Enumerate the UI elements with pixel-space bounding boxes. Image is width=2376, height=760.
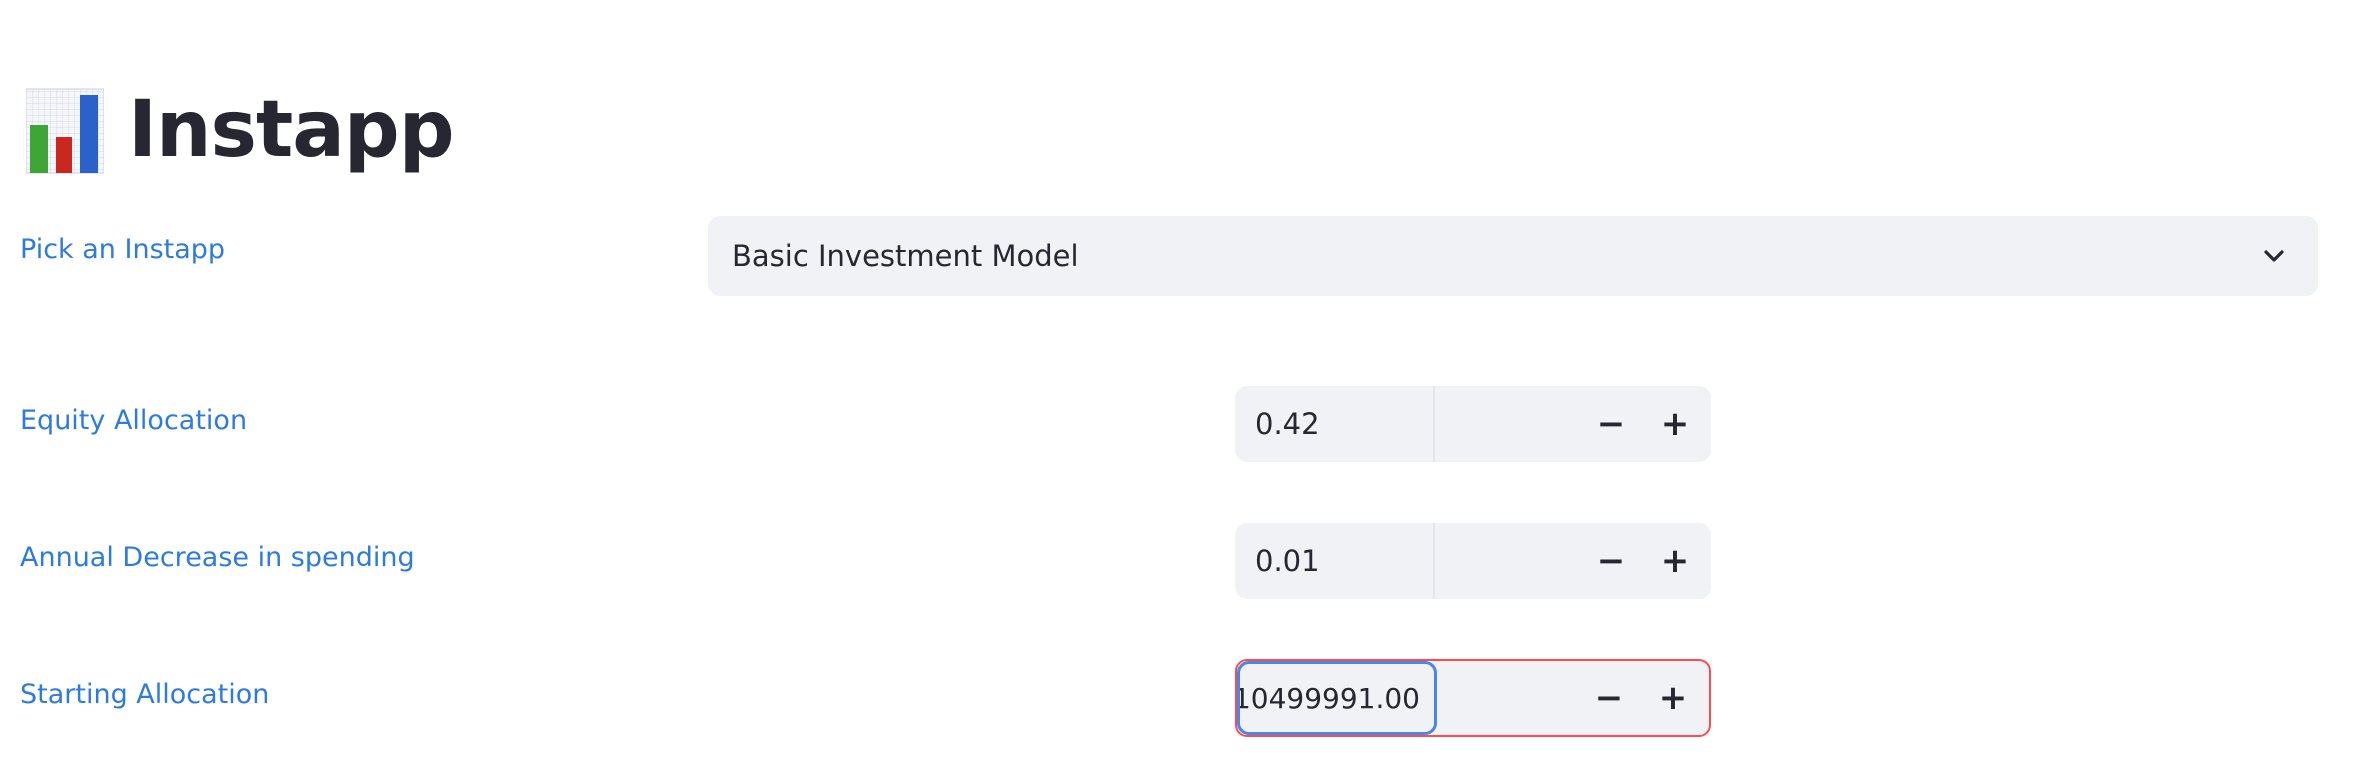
chevron-down-icon — [2264, 250, 2284, 262]
page-title: Instapp — [128, 85, 455, 175]
decrement-button[interactable]: − — [1579, 386, 1643, 462]
decrement-button[interactable]: − — [1577, 661, 1641, 735]
picker-label: Pick an Instapp — [20, 234, 226, 265]
increment-button[interactable]: + — [1641, 661, 1705, 735]
app-page: Instapp Pick an Instapp Basic Investment… — [0, 0, 2376, 760]
annual-decrease-field[interactable]: 0.01 — [1235, 523, 1435, 599]
title-row: Instapp — [26, 82, 455, 178]
increment-button[interactable]: + — [1643, 523, 1707, 599]
decrement-button[interactable]: − — [1579, 523, 1643, 599]
equity-allocation-input: 0.42 − + — [1235, 386, 1711, 462]
equity-allocation-field[interactable]: 0.42 — [1235, 386, 1435, 462]
starting-allocation-field[interactable]: 10499991.00 — [1237, 661, 1437, 735]
equity-allocation-label: Equity Allocation — [20, 405, 248, 436]
annual-decrease-label: Annual Decrease in spending — [20, 542, 415, 573]
increment-button[interactable]: + — [1643, 386, 1707, 462]
annual-decrease-input: 0.01 − + — [1235, 523, 1711, 599]
instapp-select[interactable]: Basic Investment Model — [708, 216, 2318, 296]
starting-allocation-label: Starting Allocation — [20, 679, 270, 710]
bar-chart-icon — [26, 85, 104, 175]
select-value: Basic Investment Model — [732, 239, 1079, 273]
starting-allocation-input: 10499991.00 − + — [1235, 659, 1711, 737]
